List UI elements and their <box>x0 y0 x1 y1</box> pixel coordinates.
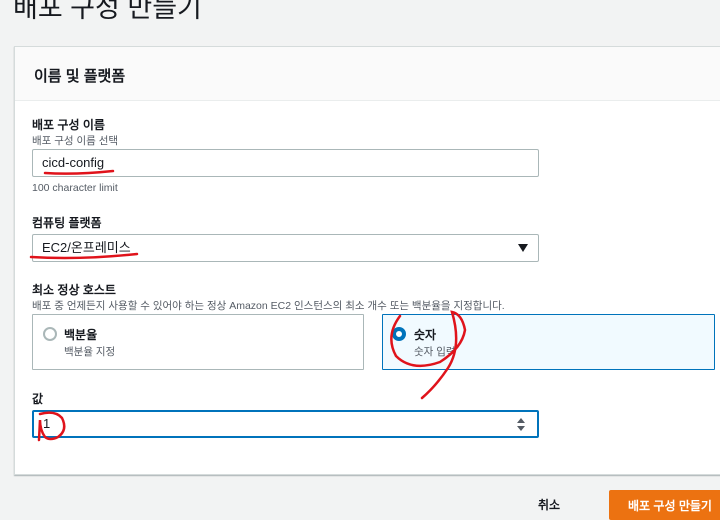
deployment-config-name-input[interactable]: cicd-config <box>32 149 539 177</box>
min-healthy-hosts-description: 배포 중 언제든지 사용할 수 있어야 하는 정상 Amazon EC2 인스턴… <box>32 300 505 312</box>
create-deployment-config-button[interactable]: 배포 구성 만들기 <box>609 490 720 520</box>
option-number[interactable]: 숫자 숫자 입력 <box>382 314 715 370</box>
option-number-label: 숫자 <box>414 328 437 342</box>
value-number-input[interactable]: 1 <box>32 410 539 438</box>
cancel-button[interactable]: 취소 <box>538 496 560 513</box>
name-field-constraint: 100 character limit <box>32 182 118 194</box>
platform-field-label: 컴퓨팅 플랫폼 <box>32 216 102 230</box>
name-field-label: 배포 구성 이름 <box>32 118 105 132</box>
option-percentage-label: 백분율 <box>64 328 98 342</box>
value-field-label: 값 <box>32 392 44 406</box>
radio-number[interactable] <box>392 327 406 341</box>
name-field-description: 배포 구성 이름 선택 <box>32 135 119 147</box>
option-percentage[interactable]: 백분율 백분율 지정 <box>32 314 364 370</box>
number-stepper-icon[interactable] <box>517 418 526 432</box>
panel-header: 이름 및 플랫폼 <box>15 47 720 101</box>
name-and-platform-panel: 이름 및 플랫폼 배포 구성 이름 배포 구성 이름 선택 cicd-confi… <box>14 46 720 475</box>
option-percentage-description: 백분율 지정 <box>64 346 116 358</box>
panel-title: 이름 및 플랫폼 <box>34 68 126 85</box>
value-number-text: 1 <box>43 416 51 431</box>
caret-down-icon <box>518 244 528 252</box>
option-number-description: 숫자 입력 <box>414 346 456 358</box>
compute-platform-value: EC2/온프레미스 <box>42 240 131 255</box>
min-healthy-hosts-label: 최소 정상 호스트 <box>32 283 116 297</box>
radio-percentage[interactable] <box>43 327 57 341</box>
page-title: 배포 구성 만들기 <box>13 0 202 23</box>
compute-platform-select[interactable]: EC2/온프레미스 <box>32 234 539 262</box>
